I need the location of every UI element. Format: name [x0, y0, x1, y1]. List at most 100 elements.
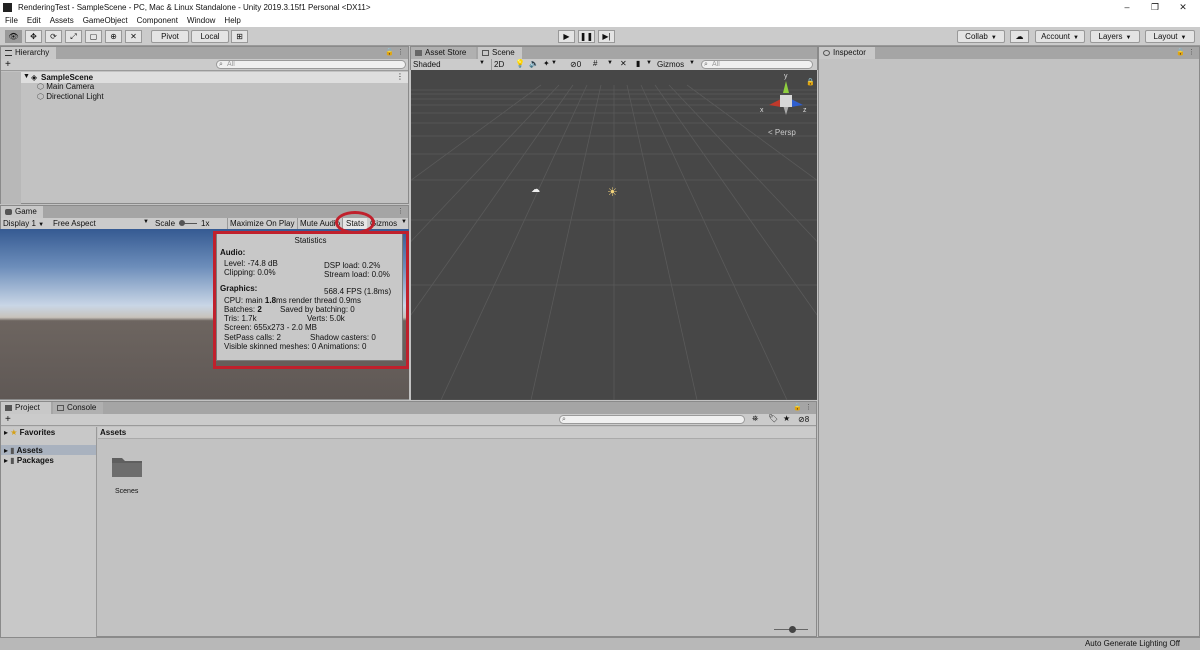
transform-tool-icon[interactable]: ⊕ [105, 30, 122, 43]
step-button[interactable]: ▶| [598, 30, 615, 43]
folder-icon: ▮ [10, 456, 15, 465]
axis-x-label: x [760, 107, 764, 114]
hierarchy-tab-label: Hierarchy [15, 48, 50, 57]
minimize-button[interactable]: – [1114, 0, 1140, 14]
unity-scene-icon: ◈ [31, 73, 38, 82]
menu-file[interactable]: File [5, 16, 18, 25]
panel-menu-icon[interactable]: ⋮ [1188, 48, 1195, 56]
orientation-gizmo[interactable] [761, 75, 811, 125]
scene-gizmos-dropdown[interactable]: Gizmos [657, 60, 684, 69]
display-dropdown[interactable]: Display 1 ▼ [3, 219, 44, 228]
lock-icon[interactable]: 🔒 [1176, 48, 1185, 56]
hierarchy-search-input[interactable]: ⌕ All [216, 60, 406, 69]
tab-project[interactable]: Project [1, 402, 51, 414]
project-search-input[interactable]: ⌕ [559, 415, 745, 424]
collab-dropdown[interactable]: Collab ▼ [957, 30, 1005, 43]
scene-menu-icon[interactable]: ⋮ [396, 72, 404, 81]
tab-inspector[interactable]: Inspector [819, 47, 875, 59]
local-toggle[interactable]: Local [191, 30, 229, 43]
search-icon: ⌕ [562, 416, 566, 423]
grid-snap-icon[interactable]: ⊞ [231, 30, 248, 43]
rotate-tool-icon[interactable]: ⟳ [45, 30, 62, 43]
sun-light-icon[interactable]: ☀ [607, 185, 618, 199]
panel-menu-icon[interactable]: ⋮ [397, 48, 404, 56]
add-icon[interactable]: + [5, 59, 11, 70]
panel-menu-icon[interactable]: ⋮ [397, 207, 404, 215]
chevron-down-icon[interactable]: ▼ [689, 60, 695, 66]
move-tool-icon[interactable]: ✥ [25, 30, 42, 43]
hand-tool-icon[interactable]: 👁 [5, 30, 22, 43]
lighting-status[interactable]: Auto Generate Lighting Off [1085, 639, 1180, 648]
scene-search-input[interactable]: ⌕ All [701, 60, 813, 69]
lock-icon[interactable]: 🔒 [806, 78, 815, 86]
inspector-panel: Inspector 🔒 ⋮ [818, 46, 1200, 637]
tab-scene[interactable]: Scene [478, 47, 522, 59]
scene-search-placeholder: All [712, 61, 720, 68]
chevron-down-icon[interactable]: ▼ [551, 60, 557, 66]
scale-slider-handle[interactable] [179, 220, 185, 226]
pause-button[interactable]: ❚❚ [578, 30, 595, 43]
tab-console[interactable]: Console [53, 402, 103, 414]
perspective-toggle[interactable]: < Persp [768, 128, 796, 137]
list-item[interactable]: ⬡ Directional Light [37, 92, 104, 101]
tools-icon[interactable]: ✕ [620, 59, 627, 68]
menu-help[interactable]: Help [224, 16, 240, 25]
search-by-type-icon[interactable]: ⛯ [752, 414, 758, 424]
chevron-down-icon[interactable]: ▼ [646, 60, 652, 66]
expand-arrow-icon[interactable]: ▼ [23, 73, 30, 80]
breadcrumb-assets[interactable]: Assets [100, 428, 126, 437]
layers-dropdown[interactable]: Layers ▼ [1090, 30, 1140, 43]
local-label: Local [200, 32, 220, 41]
effects-icon[interactable]: ✦ [543, 59, 550, 68]
aspect-dropdown[interactable]: Free Aspect ▼ [53, 219, 149, 228]
chevron-down-icon[interactable]: ▼ [401, 219, 407, 225]
play-button[interactable]: ▶ [558, 30, 575, 43]
scene-viewport[interactable]: ☁ ☀ y x z 🔒 < Persp [411, 70, 817, 400]
search-placeholder: All [227, 61, 235, 68]
close-button[interactable]: ✕ [1170, 0, 1196, 14]
lighting-toggle-icon[interactable]: 💡 [515, 59, 525, 68]
grid-toggle-icon[interactable]: # [593, 59, 597, 68]
hidden-packages-toggle[interactable]: ⊘8 [798, 415, 809, 424]
account-dropdown[interactable]: Account ▼ [1035, 30, 1085, 43]
menu-gameobject[interactable]: GameObject [83, 16, 128, 25]
hidden-count: 0 [576, 60, 582, 69]
pivot-toggle[interactable]: Pivot [151, 30, 189, 43]
custom-tool-icon[interactable]: ✕ [125, 30, 142, 43]
search-by-label-icon[interactable]: 🏷 [768, 414, 778, 423]
shading-label: Shaded [413, 60, 441, 69]
favorites-item[interactable]: ▸ ★ Favorites [4, 428, 55, 437]
maximize-on-play-toggle[interactable]: Maximize On Play [227, 218, 296, 229]
favorites-label: Favorites [19, 428, 56, 437]
tab-hierarchy[interactable]: Hierarchy [1, 47, 56, 59]
cloud-icon[interactable]: ☁ [1010, 30, 1029, 43]
packages-item[interactable]: ▸ ▮ Packages [4, 456, 54, 465]
camera-gizmo-icon[interactable]: ☁ [531, 184, 540, 195]
audio-toggle-icon[interactable]: 🔈 [529, 59, 539, 68]
2d-toggle[interactable]: 2D [491, 59, 506, 70]
shading-mode-dropdown[interactable]: Shaded ▼ [413, 60, 485, 69]
menu-assets[interactable]: Assets [50, 16, 74, 25]
panel-menu-icon[interactable]: ⋮ [805, 403, 812, 411]
favorite-icon[interactable]: ★ [783, 414, 790, 423]
hidden-objects-toggle[interactable]: ⊘0 [570, 60, 581, 69]
project-tree: ▸ ★ Favorites ▸ ▮ Assets ▸ ▮ Packages [1, 427, 97, 637]
maximize-button[interactable]: ❐ [1142, 0, 1168, 14]
scenes-folder[interactable] [111, 454, 143, 482]
scale-tool-icon[interactable]: ⤢ [65, 30, 82, 43]
lock-icon[interactable]: 🔒 [793, 403, 802, 411]
list-item[interactable]: ⬡ Main Camera [37, 82, 94, 91]
menu-component[interactable]: Component [137, 16, 178, 25]
add-icon[interactable]: + [5, 414, 11, 425]
lock-icon[interactable]: 🔒 [385, 48, 394, 56]
tab-game[interactable]: Game [1, 206, 43, 218]
menu-edit[interactable]: Edit [27, 16, 41, 25]
menu-window[interactable]: Window [187, 16, 215, 25]
chevron-down-icon[interactable]: ▼ [607, 60, 613, 66]
tab-asset-store[interactable]: Asset Store [411, 47, 476, 59]
layout-dropdown[interactable]: Layout ▼ [1145, 30, 1195, 43]
chevron-down-icon: ▼ [143, 219, 149, 225]
camera-settings-icon[interactable]: ▮ [636, 59, 640, 68]
icon-size-slider-handle[interactable] [789, 626, 796, 633]
rect-tool-icon[interactable]: ▢ [85, 30, 102, 43]
